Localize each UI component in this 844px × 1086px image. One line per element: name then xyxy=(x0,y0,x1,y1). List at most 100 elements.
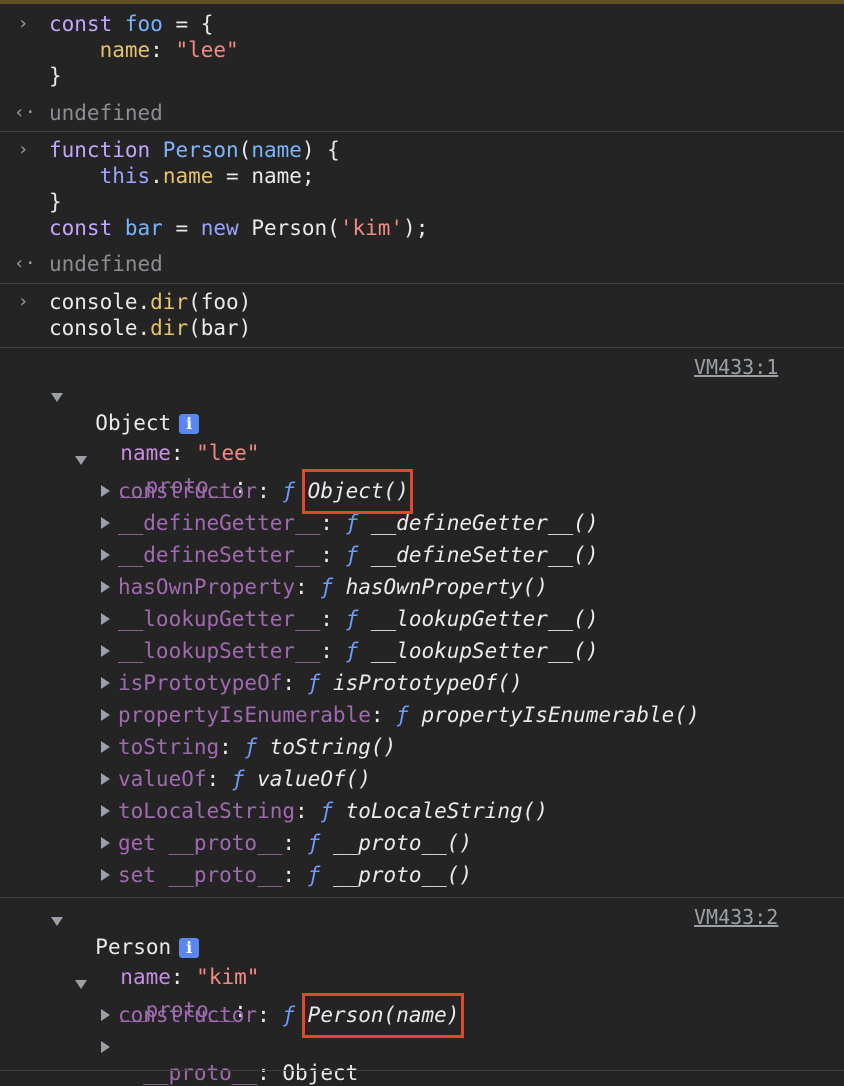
property-row: name: "lee" xyxy=(120,441,260,465)
proto-entry[interactable]: __defineSetter__: ƒ __defineSetter__() xyxy=(118,542,598,568)
function-icon: ƒ xyxy=(231,767,258,791)
entry-key: valueOf xyxy=(118,767,207,791)
entry-key: __defineGetter__ xyxy=(118,511,321,535)
divider xyxy=(0,897,844,898)
entry-key: __lookupGetter__ xyxy=(118,607,321,631)
proto-entry[interactable]: __lookupGetter__: ƒ __lookupGetter__() xyxy=(118,606,598,632)
expand-arrow-icon[interactable] xyxy=(98,606,112,632)
code-token: . xyxy=(150,164,163,188)
expand-arrow-icon[interactable] xyxy=(50,384,64,410)
proto-row[interactable]: __proto__: Object xyxy=(118,1034,358,1085)
code-token: bar xyxy=(124,216,163,240)
code-line: this.name = name; xyxy=(49,163,315,189)
proto-entry[interactable]: toString: ƒ toString() xyxy=(118,734,396,760)
source-link[interactable]: VM433:1 xyxy=(694,354,778,380)
proto-entry[interactable]: set __proto__: ƒ __proto__() xyxy=(118,862,472,888)
input-prompt-icon: › xyxy=(17,13,29,34)
entry-function-name: __lookupSetter__() xyxy=(370,639,599,663)
divider xyxy=(0,131,844,132)
entry-function-name: valueOf() xyxy=(257,767,371,791)
code-token: ) { xyxy=(301,138,340,162)
entry-key: get __proto__ xyxy=(118,831,283,855)
code-token: name xyxy=(162,164,214,188)
code-token: foo xyxy=(124,12,163,36)
proto-row[interactable]: __proto__: xyxy=(95,447,246,498)
entry-key: toLocaleString xyxy=(118,799,296,823)
object-header[interactable]: Person i xyxy=(70,908,200,959)
code-token: dir xyxy=(150,290,189,314)
code-line: console.dir(foo) xyxy=(49,289,251,315)
function-icon: ƒ xyxy=(345,511,371,535)
source-link[interactable]: VM433:2 xyxy=(694,904,778,930)
code-token: name xyxy=(99,38,151,62)
proto-entry[interactable]: __lookupSetter__: ƒ __lookupSetter__() xyxy=(118,638,598,664)
entry-function-name: __proto__() xyxy=(332,863,473,887)
expand-arrow-icon[interactable] xyxy=(98,862,112,888)
expand-arrow-icon[interactable] xyxy=(98,638,112,664)
expand-arrow-icon[interactable] xyxy=(98,798,112,824)
expand-arrow-icon[interactable] xyxy=(98,702,112,728)
code-token: const xyxy=(49,216,125,240)
entry-key: toString xyxy=(118,735,220,759)
proto-entry[interactable]: propertyIsEnumerable: ƒ propertyIsEnumer… xyxy=(118,702,700,728)
code-token: name xyxy=(251,138,302,162)
code-line: } xyxy=(49,63,62,89)
entry-function-name: hasOwnProperty() xyxy=(345,575,548,599)
code-token: Person xyxy=(162,138,239,162)
code-token: = name; xyxy=(213,164,315,188)
code-token: : xyxy=(150,38,176,62)
expand-arrow-icon[interactable] xyxy=(74,971,88,997)
proto-entry[interactable]: hasOwnProperty: ƒ hasOwnProperty() xyxy=(118,574,548,600)
code-line: console.dir(bar) xyxy=(49,315,251,341)
property-row: name: "kim" xyxy=(120,965,260,989)
proto-entry[interactable]: toLocaleString: ƒ toLocaleString() xyxy=(118,798,548,824)
entry-key: hasOwnProperty xyxy=(118,575,296,599)
expand-arrow-icon[interactable] xyxy=(98,1002,112,1028)
code-token: new xyxy=(200,216,252,240)
entry-key: constructor xyxy=(118,479,258,503)
function-icon: ƒ xyxy=(307,863,333,887)
code-line: const bar = new Person('kim'); xyxy=(49,215,428,241)
function-icon: ƒ xyxy=(345,543,371,567)
code-token: = { xyxy=(162,12,214,36)
divider xyxy=(0,283,844,284)
object-header[interactable]: Object i xyxy=(70,384,200,435)
entry-key: set __proto__ xyxy=(118,863,283,887)
expand-arrow-icon[interactable] xyxy=(98,734,112,760)
code-token: } xyxy=(49,64,62,88)
expand-arrow-icon[interactable] xyxy=(74,447,88,473)
expand-arrow-icon[interactable] xyxy=(98,1034,112,1060)
proto-key: __proto__ xyxy=(143,1061,258,1085)
code-token: dir xyxy=(150,316,189,340)
code-token: } xyxy=(49,190,62,214)
proto-entry[interactable]: get __proto__: ƒ __proto__() xyxy=(118,830,472,856)
entry-key: __lookupSetter__ xyxy=(118,639,321,663)
function-icon: ƒ xyxy=(307,671,333,695)
entry-function-name: __defineGetter__() xyxy=(370,511,599,535)
divider xyxy=(0,1070,844,1071)
proto-entry[interactable]: valueOf: ƒ valueOf() xyxy=(118,766,371,792)
function-icon: ƒ xyxy=(307,831,333,855)
expand-arrow-icon[interactable] xyxy=(98,574,112,600)
result-arrow-icon: ‹· xyxy=(14,102,36,123)
proto-entry[interactable]: isPrototypeOf: ƒ isPrototypeOf() xyxy=(118,670,523,696)
proto-row[interactable]: __proto__: xyxy=(95,971,246,1022)
expand-arrow-icon[interactable] xyxy=(98,542,112,568)
code-token: (foo) xyxy=(188,290,252,314)
code-line: const foo = { xyxy=(49,11,213,37)
result-value: undefined xyxy=(49,252,163,276)
expand-arrow-icon[interactable] xyxy=(98,478,112,504)
expand-arrow-icon[interactable] xyxy=(98,830,112,856)
result-value: undefined xyxy=(49,101,163,125)
expand-arrow-icon[interactable] xyxy=(98,670,112,696)
entry-function-name: __defineSetter__() xyxy=(370,543,599,567)
entry-function-name: __proto__() xyxy=(332,831,473,855)
expand-arrow-icon[interactable] xyxy=(98,766,112,792)
expand-arrow-icon[interactable] xyxy=(98,510,112,536)
expand-arrow-icon[interactable] xyxy=(50,908,64,934)
function-icon: ƒ xyxy=(345,639,371,663)
function-icon: ƒ xyxy=(320,799,346,823)
entry-key: isPrototypeOf xyxy=(118,671,283,695)
